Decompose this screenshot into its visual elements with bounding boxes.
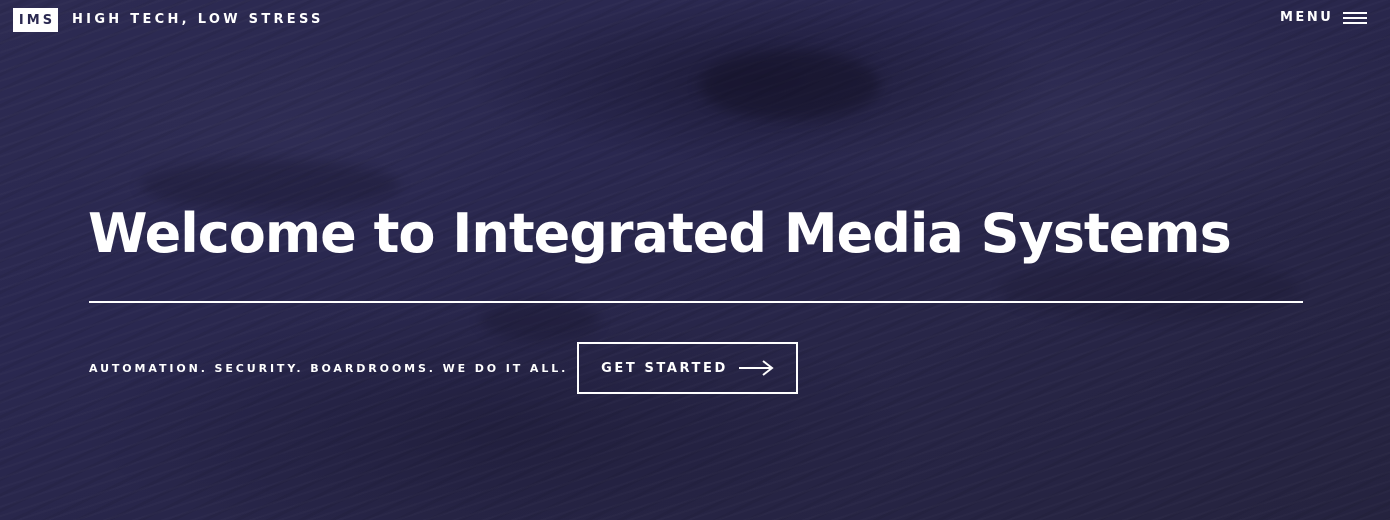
- background-rock: [480, 300, 600, 340]
- get-started-label: GET STARTED: [601, 360, 728, 376]
- background-rock: [700, 50, 880, 120]
- hamburger-icon: [1343, 11, 1368, 25]
- menu-button[interactable]: MENU: [1280, 10, 1368, 25]
- divider: [89, 301, 1303, 303]
- logo[interactable]: IMS: [13, 8, 58, 32]
- menu-label: MENU: [1280, 10, 1334, 25]
- site-tagline: HIGH TECH, LOW STRESS: [72, 12, 324, 27]
- hero-subtext: AUTOMATION. SECURITY. BOARDROOMS. WE DO …: [89, 362, 569, 375]
- get-started-button[interactable]: GET STARTED: [577, 342, 798, 394]
- arrow-right-icon: [738, 360, 774, 376]
- page-title: Welcome to Integrated Media Systems: [88, 202, 1232, 265]
